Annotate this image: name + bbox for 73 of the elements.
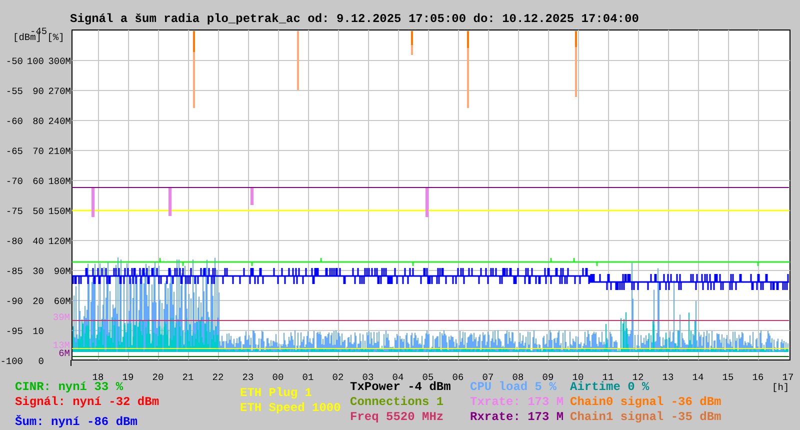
axis-tick-label: 14 xyxy=(692,372,704,383)
axis-tick-label: 120M xyxy=(48,236,71,247)
axis-tick-label: 08 xyxy=(512,372,524,383)
axis-tick-label: 00 xyxy=(272,372,284,383)
legend-entry: ETH Plug 1 xyxy=(240,386,312,400)
axis-tick-label: 70 xyxy=(32,146,44,157)
axis-tick-label: 270M xyxy=(48,86,71,97)
axis-tick-label: 16 xyxy=(752,372,764,383)
axis-tick-label: -90 xyxy=(6,296,23,307)
axis-tick-label: 80 xyxy=(32,116,44,127)
axis-tick-label: 01 xyxy=(302,372,314,383)
legend-entry: Connections 1 xyxy=(350,395,444,409)
legend-entry: CPU load 5 % xyxy=(470,380,556,394)
axis-tick-label: 210M xyxy=(48,146,71,157)
axis-tick-label: 17 xyxy=(782,372,794,383)
legend-entry: Txrate: 173 M xyxy=(470,395,564,409)
axis-tick-label: 40 xyxy=(32,236,44,247)
axis-tick-label: 240M xyxy=(48,116,71,127)
axis-tick-label: 100 xyxy=(26,56,44,67)
axis-tick-label: -95 xyxy=(6,326,23,337)
axis-tick-label: 05 xyxy=(422,372,434,383)
axis-tick-label: 60 xyxy=(32,176,44,187)
axis-tick-label: -85 xyxy=(6,266,23,277)
axis-tick-label: -80 xyxy=(6,236,23,247)
axis-tick-label: 02 xyxy=(332,372,344,383)
axis-tick-label: 150M xyxy=(48,206,71,217)
axis-tick-label: 03 xyxy=(362,372,374,383)
axis-tick-label: 06 xyxy=(452,372,464,383)
axis-tick-label: -60 xyxy=(6,116,23,127)
axis-marker-label: 13M xyxy=(52,340,70,351)
axis-tick-label: 19 xyxy=(122,372,134,383)
legend-entry: Chain1 signal -35 dBm xyxy=(570,410,722,424)
axis-tick-label: -65 xyxy=(6,146,23,157)
axis-tick-label: 20 xyxy=(32,296,44,307)
legend-entry: Signál: nyní -32 dBm xyxy=(15,395,160,409)
axis-tick-label: 11 xyxy=(602,372,614,383)
axis-tick-label: 90M xyxy=(54,266,71,277)
legend-entry: Rxrate: 173 M xyxy=(470,410,564,424)
axis-tick-label: 07 xyxy=(482,372,494,383)
axis-tick-label: -55 xyxy=(6,86,23,97)
axis-tick-label: 15 xyxy=(722,372,734,383)
axis-tick-label: 12 xyxy=(632,372,644,383)
legend-entry: Chain0 signal -36 dBm xyxy=(570,395,722,409)
axis-tick-label: 21 xyxy=(182,372,194,383)
axis-tick-label: 90 xyxy=(32,86,44,97)
legend-entry: Šum: nyní -86 dBm xyxy=(15,415,138,429)
legend-entry: Airtime 0 % xyxy=(570,380,650,394)
axis-tick-label: 30 xyxy=(32,266,44,277)
legend-entry: TxPower -4 dBm xyxy=(350,380,451,394)
axis-units: [h] xyxy=(772,382,790,393)
legend-entry: ETH Speed 1000 xyxy=(240,401,341,415)
legend-entry: Freq 5520 MHz xyxy=(350,410,444,424)
axis-tick-label: 60M xyxy=(54,296,71,307)
legend-entry: CINR: nyní 33 % xyxy=(15,380,124,394)
axis-tick-label: 09 xyxy=(542,372,554,383)
axis-tick-label: 10 xyxy=(32,326,44,337)
axis-tick-label: -70 xyxy=(6,176,23,187)
axis-tick-label: 22 xyxy=(212,372,224,383)
axis-tick-label: -100 xyxy=(0,356,23,367)
axis-tick-label: 20 xyxy=(152,372,164,383)
axis-tick-label: -50 xyxy=(6,56,23,67)
axis-tick-label: 50 xyxy=(32,206,44,217)
axis-tick-label: 04 xyxy=(392,372,404,383)
axis-tick-label: 13 xyxy=(662,372,674,383)
axis-tick-label: 180M xyxy=(48,176,71,187)
axis-marker-label: 6M xyxy=(58,348,70,359)
axis-tick-label: 18 xyxy=(92,372,104,383)
axis-tick-label: 300M xyxy=(48,56,71,67)
axis-tick-label: -75 xyxy=(6,206,23,217)
axis-marker-label: 39M xyxy=(52,312,70,323)
axis-tick-label: 23 xyxy=(242,372,254,383)
chart-title: Signál a šum radia plo_petrak_ac od: 9.12.2025 17:05:00 do: 10.12.2025 17:04:00 xyxy=(70,12,639,26)
axis-tick-label: 0 xyxy=(38,356,44,367)
